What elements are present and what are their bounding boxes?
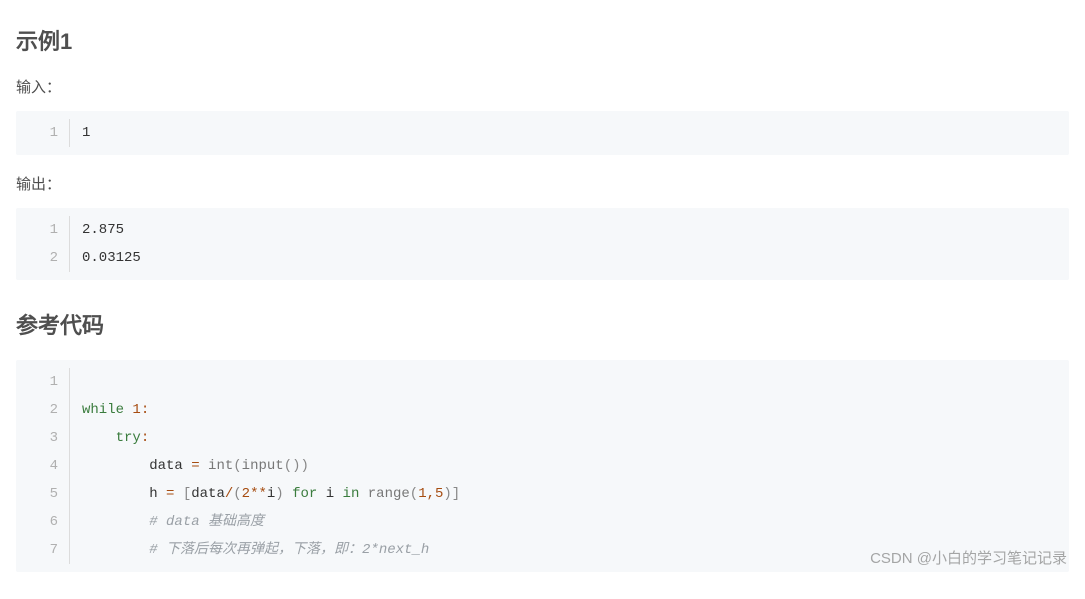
line-number: 1 [16, 119, 70, 147]
reference-code-block: 1 2 while 1: 3 try: 4 data = int(input()… [16, 360, 1069, 572]
output-code-block: 1 2.875 2 0.03125 [16, 208, 1069, 280]
line-number: 6 [16, 508, 70, 536]
heading-example: 示例1 [16, 24, 1069, 56]
label-input: 输入： [16, 76, 1069, 97]
line-number: 4 [16, 452, 70, 480]
line-number: 2 [16, 244, 70, 272]
line-number: 1 [16, 368, 70, 396]
line-number: 5 [16, 480, 70, 508]
line-number: 7 [16, 536, 70, 564]
code-line: h = [data/(2**i) for i in range(1,5)] [70, 480, 1069, 508]
label-output: 输出： [16, 173, 1069, 194]
code-line [70, 368, 1069, 396]
line-number: 2 [16, 396, 70, 424]
code-line: data = int(input()) [70, 452, 1069, 480]
input-code-block: 1 1 [16, 111, 1069, 155]
code-line: while 1: [70, 396, 1069, 424]
code-line: # data 基础高度 [70, 508, 1069, 536]
line-number: 3 [16, 424, 70, 452]
heading-reference-code: 参考代码 [16, 308, 1069, 340]
watermark: CSDN @小白的学习笔记记录 [870, 547, 1067, 568]
code-line: 2.875 [70, 216, 1069, 244]
code-line: 0.03125 [70, 244, 1069, 272]
code-line: 1 [70, 119, 1069, 147]
code-line: try: [70, 424, 1069, 452]
line-number: 1 [16, 216, 70, 244]
